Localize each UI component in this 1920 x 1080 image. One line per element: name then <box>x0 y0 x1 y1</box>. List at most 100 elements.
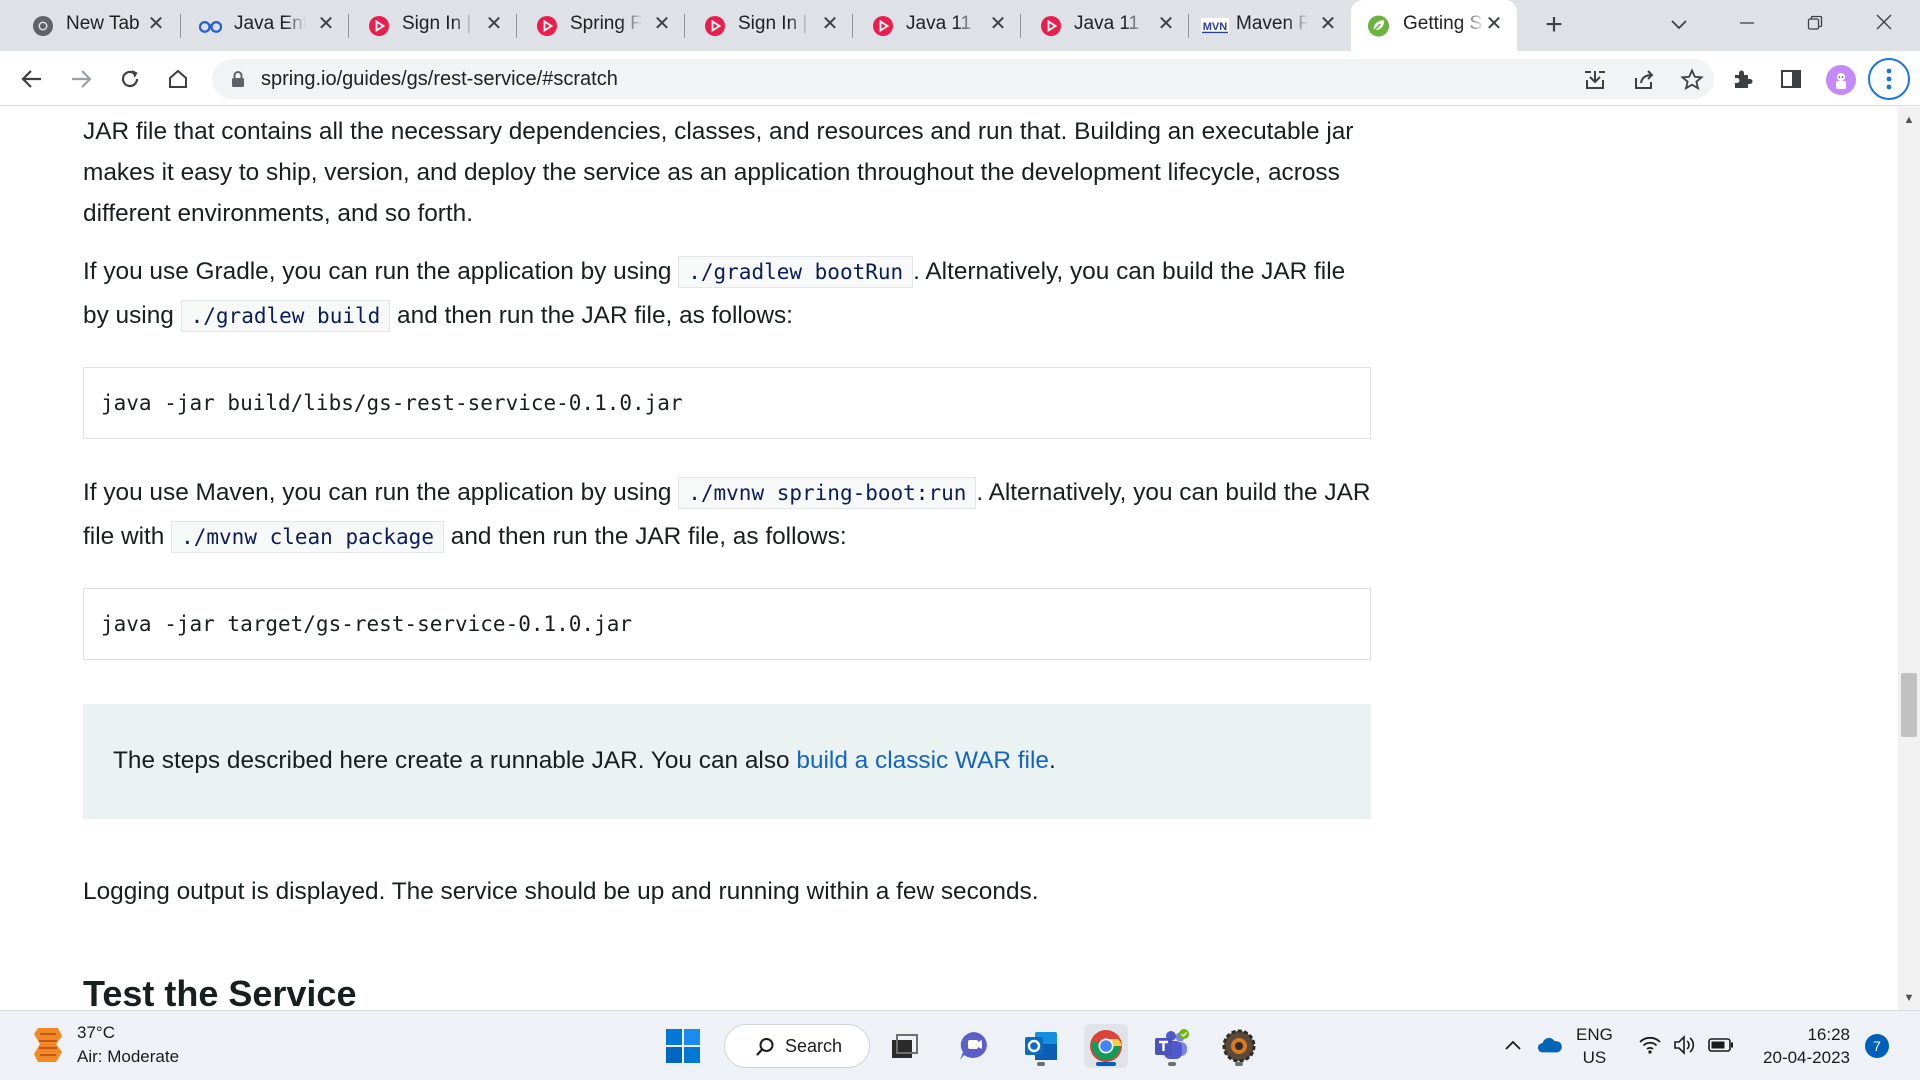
browser-toolbar: spring.io/guides/gs/rest-service/#scratc… <box>0 51 1920 106</box>
share-button[interactable] <box>1631 67 1657 93</box>
teams-button[interactable] <box>1150 1024 1194 1068</box>
battery-button[interactable] <box>1708 1033 1734 1057</box>
code-block-gradle-run[interactable]: java -jar build/libs/gs-rest-service-0.1… <box>83 367 1371 439</box>
bookmark-star-button[interactable] <box>1679 67 1705 93</box>
speaker-icon <box>1674 1035 1695 1055</box>
wifi-icon <box>1639 1036 1661 1054</box>
back-button[interactable] <box>15 62 49 96</box>
tab-sign-in-1[interactable]: Sign In | L ✕ <box>349 0 516 51</box>
side-panel-icon <box>1781 70 1801 88</box>
running-indicator <box>1235 1062 1243 1066</box>
new-tab-button[interactable]: + <box>1537 9 1571 43</box>
tab-spring-fr[interactable]: Spring Fr ✕ <box>517 0 684 51</box>
close-icon[interactable]: ✕ <box>1317 13 1339 35</box>
close-icon[interactable]: ✕ <box>819 13 841 35</box>
paragraph-logging: Logging output is displayed. The service… <box>83 878 1039 905</box>
inline-code: ./gradlew bootRun <box>678 256 914 288</box>
chrome-taskbar-button[interactable] <box>1084 1024 1128 1068</box>
war-file-link[interactable]: build a classic WAR file <box>796 747 1049 774</box>
tab-getting-started[interactable]: Getting S ✕ <box>1351 0 1517 51</box>
note-text: The steps described here create a runnab… <box>113 740 1056 781</box>
task-view-button[interactable] <box>883 1024 927 1068</box>
close-icon[interactable]: ✕ <box>987 13 1009 35</box>
text: If you use Gradle, you can run the appli… <box>83 258 679 285</box>
teams-icon <box>1155 1029 1189 1059</box>
chrome-menu-button[interactable] <box>1868 58 1910 100</box>
avatar-icon <box>1836 73 1846 89</box>
section-heading-test-service: Test the Service <box>83 973 357 1010</box>
tab-java-11-1[interactable]: Java 11 F ✕ <box>853 0 1020 51</box>
close-icon[interactable]: ✕ <box>145 13 167 35</box>
active-indicator <box>1096 1062 1116 1066</box>
windows-logo-icon <box>666 1029 700 1063</box>
show-hidden-icons-button[interactable] <box>1500 1033 1526 1057</box>
note-admonition: The steps described here create a runnab… <box>83 704 1371 819</box>
system-clock[interactable]: 16:28 20-04-2023 <box>1746 1023 1850 1069</box>
minimize-button[interactable] <box>1727 8 1767 42</box>
home-button[interactable] <box>161 62 195 96</box>
chrome-icon <box>1090 1030 1122 1062</box>
clock-date: 20-04-2023 <box>1763 1048 1850 1067</box>
glasses-icon <box>199 14 222 37</box>
page-scrollbar[interactable]: ▲ ▼ <box>1898 107 1920 1010</box>
weather-icon[interactable] <box>30 1024 66 1066</box>
taskbar-search[interactable]: Search <box>724 1024 870 1068</box>
scroll-down-arrow[interactable]: ▼ <box>1898 987 1920 1009</box>
url-text[interactable]: spring.io/guides/gs/rest-service/#scratc… <box>261 68 618 91</box>
svg-text:MVN: MVN <box>1203 21 1228 33</box>
lock-icon[interactable] <box>228 69 248 89</box>
puzzle-icon <box>1735 70 1753 88</box>
text: If you use Maven, you can run the applic… <box>83 479 679 506</box>
side-panel-button[interactable] <box>1774 62 1808 96</box>
play-circle-icon <box>367 14 390 37</box>
weather-temperature[interactable]: 37°C <box>77 1023 115 1043</box>
profile-avatar[interactable] <box>1826 65 1856 95</box>
close-icon[interactable]: ✕ <box>1155 13 1177 35</box>
language-indicator[interactable]: ENG US <box>1576 1023 1613 1069</box>
install-icon <box>1585 71 1605 89</box>
eclipse-ide-button[interactable] <box>1217 1024 1261 1068</box>
scroll-up-arrow[interactable]: ▲ <box>1898 109 1920 131</box>
more-vertical-icon <box>1886 68 1892 90</box>
text: The steps described here create a runnab… <box>113 747 797 774</box>
close-icon[interactable]: ✕ <box>315 13 337 35</box>
reload-icon <box>121 70 139 88</box>
reload-button[interactable] <box>113 62 147 96</box>
tab-title: Spring Fr <box>570 13 642 34</box>
running-indicator <box>1168 1062 1176 1066</box>
teams-chat-button[interactable] <box>952 1024 996 1068</box>
volume-button[interactable] <box>1672 1033 1698 1057</box>
outlook-button[interactable] <box>1019 1024 1063 1068</box>
tab-java-entr[interactable]: Java Entr ✕ <box>181 0 348 51</box>
play-circle-icon <box>1039 14 1062 37</box>
close-icon[interactable]: ✕ <box>1483 13 1505 35</box>
chevron-up-icon <box>1505 1040 1521 1050</box>
tab-maven-r[interactable]: MVN Maven R ✕ <box>1189 0 1350 51</box>
region-code: US <box>1582 1048 1607 1067</box>
start-button[interactable] <box>661 1024 705 1068</box>
close-icon[interactable]: ✕ <box>483 13 505 35</box>
code-block-maven-run[interactable]: java -jar target/gs-rest-service-0.1.0.j… <box>83 588 1371 660</box>
gear-app-icon <box>1222 1029 1256 1063</box>
paragraph-executable-jar: JAR file that contains all the necessary… <box>83 118 1354 227</box>
tab-java-11-2[interactable]: Java 11 F ✕ <box>1021 0 1188 51</box>
tab-new-tab[interactable]: New Tab ✕ <box>0 0 177 51</box>
tab-sign-in-2[interactable]: Sign In | L ✕ <box>685 0 852 51</box>
close-icon[interactable]: ✕ <box>651 13 673 35</box>
tab-title: Sign In | L <box>402 13 474 34</box>
onedrive-button[interactable] <box>1537 1033 1563 1057</box>
cloud-icon <box>1537 1037 1562 1053</box>
install-app-button[interactable] <box>1582 67 1608 93</box>
minimize-icon <box>1740 22 1754 24</box>
weather-description[interactable]: Air: Moderate <box>77 1047 179 1067</box>
close-window-button[interactable] <box>1864 8 1904 42</box>
extensions-button[interactable] <box>1726 62 1760 96</box>
wifi-button[interactable] <box>1637 1033 1663 1057</box>
notification-badge[interactable]: 7 <box>1865 1034 1889 1058</box>
forward-button[interactable] <box>64 62 98 96</box>
tab-search-button[interactable] <box>1659 8 1699 42</box>
restore-button[interactable] <box>1795 8 1835 42</box>
address-bar[interactable]: spring.io/guides/gs/rest-service/#scratc… <box>212 59 1714 99</box>
chat-icon <box>960 1032 987 1060</box>
scroll-thumb[interactable] <box>1901 673 1917 737</box>
